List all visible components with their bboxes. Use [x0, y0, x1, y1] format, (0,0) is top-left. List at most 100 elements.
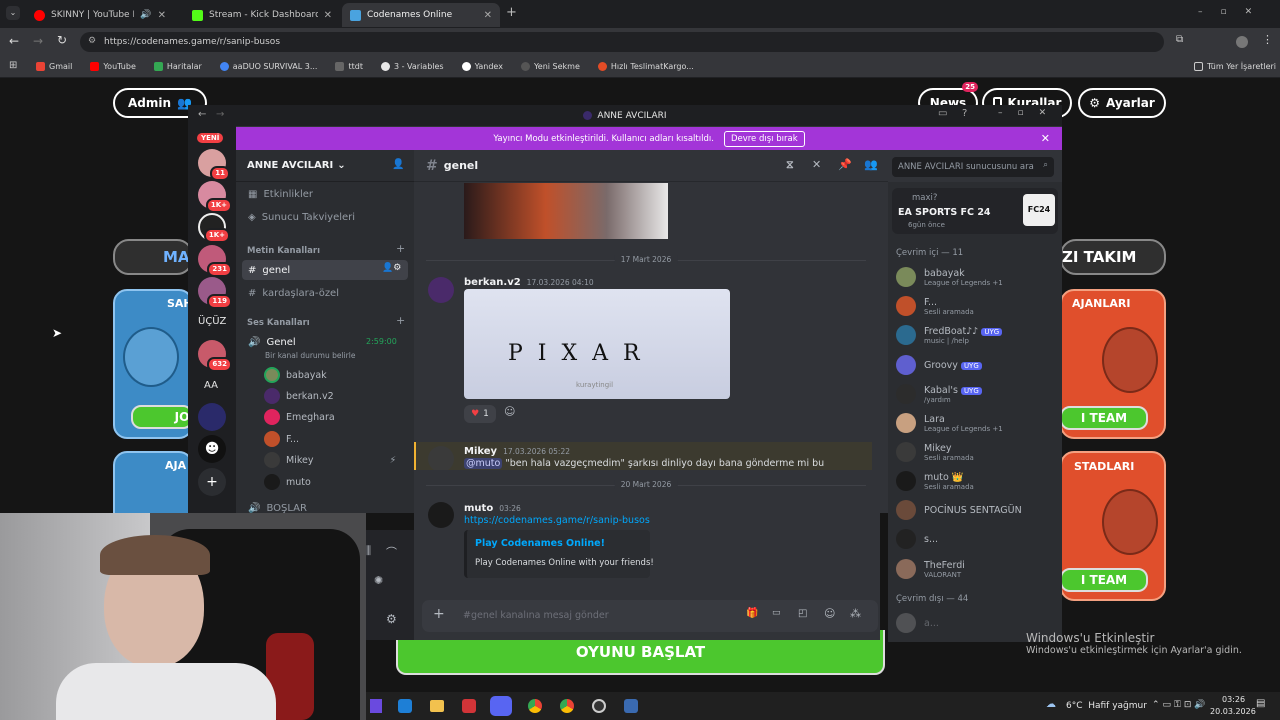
- add-server-icon[interactable]: +: [198, 468, 226, 496]
- bookmark-yandex[interactable]: Yandex: [461, 62, 503, 71]
- server-text-icon[interactable]: ÜÇÜZ: [198, 316, 226, 327]
- embed-title[interactable]: Play Codenames Online!: [475, 538, 605, 549]
- tray-icons[interactable]: ⌃▭⚿⊡🔊: [1152, 700, 1209, 710]
- close-icon[interactable]: ✕: [484, 10, 492, 21]
- site-info-icon[interactable]: ⚙: [88, 36, 96, 46]
- forward-icon[interactable]: →: [216, 109, 224, 120]
- emoji-icon[interactable]: ☺: [824, 607, 835, 620]
- app-icon[interactable]: [370, 699, 382, 713]
- add-channel-icon[interactable]: +: [396, 314, 405, 327]
- gift-icon[interactable]: 🎁: [746, 608, 758, 619]
- apps-icon[interactable]: ⊞: [9, 60, 17, 71]
- add-channel-icon[interactable]: +: [396, 242, 405, 255]
- new-tab-button[interactable]: +: [506, 5, 517, 20]
- help-icon[interactable]: ?: [962, 108, 967, 119]
- bookmark-youtube[interactable]: YouTube: [90, 62, 136, 71]
- bookmark-duo-survival[interactable]: aaDUO SURVIVAL 3...: [219, 62, 317, 71]
- speaker-icon[interactable]: 🔊: [140, 10, 151, 20]
- server-icon[interactable]: ☻: [198, 435, 226, 463]
- server-icon[interactable]: 1K+: [198, 181, 232, 213]
- inbox-icon[interactable]: ▭: [938, 108, 947, 119]
- voice-status[interactable]: Bir kanal durumu belirle: [265, 351, 355, 360]
- member-item[interactable]: s...: [896, 526, 938, 552]
- text-channels-category[interactable]: Metin Kanalları: [247, 246, 320, 256]
- member-item[interactable]: FredBoat♪♪ UYG music | /help: [896, 322, 1003, 348]
- bookmark-cargo[interactable]: Hızlı TeslimatKargo...: [597, 62, 694, 71]
- office-icon[interactable]: [462, 699, 476, 713]
- bookmark-ttdt[interactable]: ttdt: [335, 62, 363, 71]
- reload-icon[interactable]: ↻: [57, 33, 67, 47]
- mention[interactable]: @muto: [464, 458, 503, 469]
- pin-icon[interactable]: 📌: [838, 158, 852, 171]
- tab-codenames[interactable]: Codenames Online ✕: [342, 3, 500, 27]
- message-composer[interactable]: + #genel kanalına mesaj gönder 🎁 ▭ ◰ ☺ ⁂: [422, 600, 878, 632]
- user-settings-icon[interactable]: ⚙: [386, 612, 397, 626]
- avatar[interactable]: [428, 277, 454, 303]
- voice-channel-boslar[interactable]: 🔊 BOŞLAR: [242, 498, 408, 514]
- avatar[interactable]: [428, 446, 454, 472]
- close-icon[interactable]: ✕: [324, 10, 332, 21]
- username[interactable]: Mikey: [464, 446, 497, 457]
- member-item[interactable]: babayak League of Legends +1: [896, 264, 1003, 290]
- add-reaction-icon[interactable]: ☺: [504, 405, 515, 418]
- bookmark-gmail[interactable]: Gmail: [36, 62, 72, 71]
- username[interactable]: berkan.v2: [464, 277, 521, 288]
- close-icon[interactable]: ✕: [1041, 132, 1050, 145]
- avatar[interactable]: [428, 502, 454, 528]
- voice-channel-genel[interactable]: 🔊 Genel 2:59:00: [242, 332, 408, 352]
- close-icon[interactable]: ✕: [158, 10, 166, 21]
- app-icon[interactable]: [624, 699, 638, 713]
- clock-date[interactable]: 20.03.2026: [1210, 707, 1256, 716]
- member-item[interactable]: Mikey Sesli aramada: [896, 439, 974, 465]
- headset-icon[interactable]: ⌒: [386, 544, 397, 560]
- events-item[interactable]: ▦ Etkinlikler: [242, 184, 408, 204]
- apps-icon[interactable]: ⁂: [850, 607, 861, 620]
- member-item[interactable]: Lara League of Legends +1: [896, 410, 1003, 436]
- mail-icon[interactable]: [398, 699, 412, 713]
- gif-icon[interactable]: ▭: [772, 608, 781, 618]
- back-icon[interactable]: ←: [9, 34, 19, 48]
- extensions-icon[interactable]: ⧉: [1176, 34, 1183, 45]
- member-item[interactable]: muto 👑 Sesli aramada: [896, 468, 974, 494]
- member-item[interactable]: a...: [896, 610, 939, 636]
- notification-icon[interactable]: ▤: [1256, 698, 1265, 709]
- server-icon[interactable]: [198, 403, 226, 431]
- settings-icon[interactable]: 👤⚙: [382, 263, 401, 273]
- message-link[interactable]: https://codenames.game/r/sanip-busos: [464, 515, 650, 526]
- channel-genel[interactable]: # genel 👤⚙: [242, 260, 408, 280]
- attach-plus-icon[interactable]: +: [433, 606, 445, 622]
- disable-streamer-mode-button[interactable]: Devre dışı bırak: [723, 130, 805, 147]
- member-item[interactable]: POCİNUS SENTAGÜN: [896, 497, 1022, 523]
- activity-card[interactable]: maxi? EA SPORTS FC 24 6gün önce FC24: [892, 188, 1058, 234]
- bookmark-new-tab[interactable]: Yeni Sekme: [520, 62, 580, 71]
- server-text-icon[interactable]: AA: [204, 380, 218, 391]
- heart-reaction[interactable]: ♥ 1: [464, 405, 496, 423]
- profile-avatar[interactable]: [1236, 36, 1248, 48]
- folder-icon[interactable]: [430, 700, 444, 712]
- voice-user[interactable]: babayak: [264, 365, 327, 385]
- settings-button[interactable]: ⚙ Ayarlar: [1078, 88, 1166, 118]
- tab-search-icon[interactable]: ⌄: [6, 6, 20, 20]
- member-item[interactable]: F... Sesli aramada: [896, 293, 974, 319]
- soundboard-icon[interactable]: ✺: [374, 574, 383, 587]
- member-item[interactable]: TheFerdi VALORANT: [896, 556, 965, 582]
- voice-user[interactable]: muto: [264, 472, 311, 492]
- member-item[interactable]: Groovy UYG: [896, 352, 982, 378]
- obs-icon[interactable]: [592, 699, 606, 713]
- url-field[interactable]: ⚙ https://codenames.game/r/sanip-busos: [80, 32, 1164, 52]
- back-icon[interactable]: ←: [198, 109, 206, 120]
- menu-icon[interactable]: ⋮: [1262, 33, 1273, 46]
- server-icon[interactable]: 11: [198, 149, 230, 181]
- pixar-image[interactable]: P I X A R kuraytingil: [464, 289, 730, 399]
- search-input[interactable]: ANNE AVCILARI sunucusunu ara ⌕: [892, 157, 1054, 177]
- chrome-icon[interactable]: [528, 699, 542, 713]
- server-icon[interactable]: 632: [198, 340, 232, 372]
- server-boosts-item[interactable]: ◈ Sunucu Takviyeleri: [242, 207, 408, 227]
- weather-text[interactable]: 6°C Hafif yağmur: [1066, 701, 1147, 711]
- discord-icon[interactable]: [490, 696, 512, 716]
- right-join-team-button[interactable]: I TEAM: [1060, 406, 1148, 430]
- forward-icon[interactable]: →: [33, 34, 43, 48]
- add-member-icon[interactable]: 👤: [392, 159, 404, 170]
- clock-time[interactable]: 03:26: [1222, 695, 1245, 704]
- voice-channels-category[interactable]: Ses Kanalları: [247, 318, 310, 328]
